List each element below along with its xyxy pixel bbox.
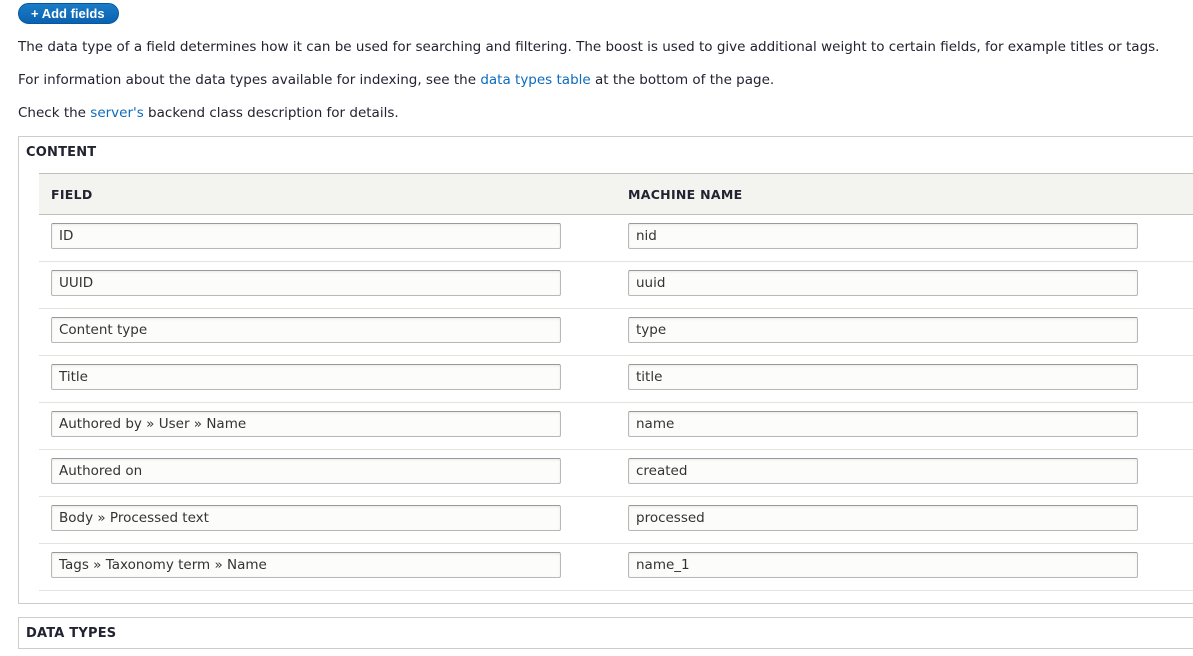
table-row: UUID uuid	[39, 262, 1193, 309]
fields-table: FIELD MACHINE NAME ID nid UUID uuid Content …	[39, 173, 1193, 591]
field-label-input[interactable]: Title	[51, 364, 561, 390]
description-text: at the bottom of the page.	[590, 72, 775, 88]
machine-name-input[interactable]: nid	[628, 223, 1138, 249]
table-row: Content type type	[39, 309, 1193, 356]
column-header-field: FIELD	[51, 187, 93, 202]
table-row: Authored on created	[39, 450, 1193, 497]
server-link[interactable]: server's	[90, 105, 143, 121]
field-label-input[interactable]: Body » Processed text	[51, 505, 561, 531]
table-row: Tags » Taxonomy term » Name name_1	[39, 544, 1193, 591]
data-types-table-link[interactable]: data types table	[480, 72, 590, 88]
add-fields-button[interactable]: + Add fields	[18, 3, 119, 24]
field-label-input[interactable]: UUID	[51, 270, 561, 296]
content-legend: CONTENT	[26, 145, 97, 160]
description-data-types-info: For information about the data types ava…	[18, 71, 774, 89]
description-text: For information about the data types ava…	[18, 72, 481, 88]
machine-name-input[interactable]: processed	[628, 505, 1138, 531]
machine-name-input[interactable]: title	[628, 364, 1138, 390]
field-label-input[interactable]: ID	[51, 223, 561, 249]
machine-name-input[interactable]: type	[628, 317, 1138, 343]
table-row: ID nid	[39, 215, 1193, 262]
field-label-input[interactable]: Tags » Taxonomy term » Name	[51, 552, 561, 578]
field-label-input[interactable]: Authored on	[51, 458, 561, 484]
description-server-info: Check the server's backend class descrip…	[18, 104, 399, 122]
machine-name-input[interactable]: name_1	[628, 552, 1138, 578]
content-fieldset: CONTENT FIELD MACHINE NAME ID nid UUID uuid…	[18, 136, 1193, 604]
data-types-legend[interactable]: DATA TYPES	[26, 626, 116, 641]
machine-name-input[interactable]: name	[628, 411, 1138, 437]
description-data-type: The data type of a field determines how …	[18, 39, 1160, 55]
column-header-machine-name: MACHINE NAME	[628, 187, 743, 202]
table-row: Body » Processed text processed	[39, 497, 1193, 544]
field-label-input[interactable]: Authored by » User » Name	[51, 411, 561, 437]
data-types-fieldset[interactable]: DATA TYPES	[18, 617, 1193, 649]
description-text: Check the	[18, 105, 91, 121]
description-text: backend class description for details.	[143, 105, 399, 121]
table-row: Title title	[39, 356, 1193, 403]
machine-name-input[interactable]: uuid	[628, 270, 1138, 296]
field-label-input[interactable]: Content type	[51, 317, 561, 343]
table-row: Authored by » User » Name name	[39, 403, 1193, 450]
table-header: FIELD MACHINE NAME	[39, 173, 1193, 215]
machine-name-input[interactable]: created	[628, 458, 1138, 484]
